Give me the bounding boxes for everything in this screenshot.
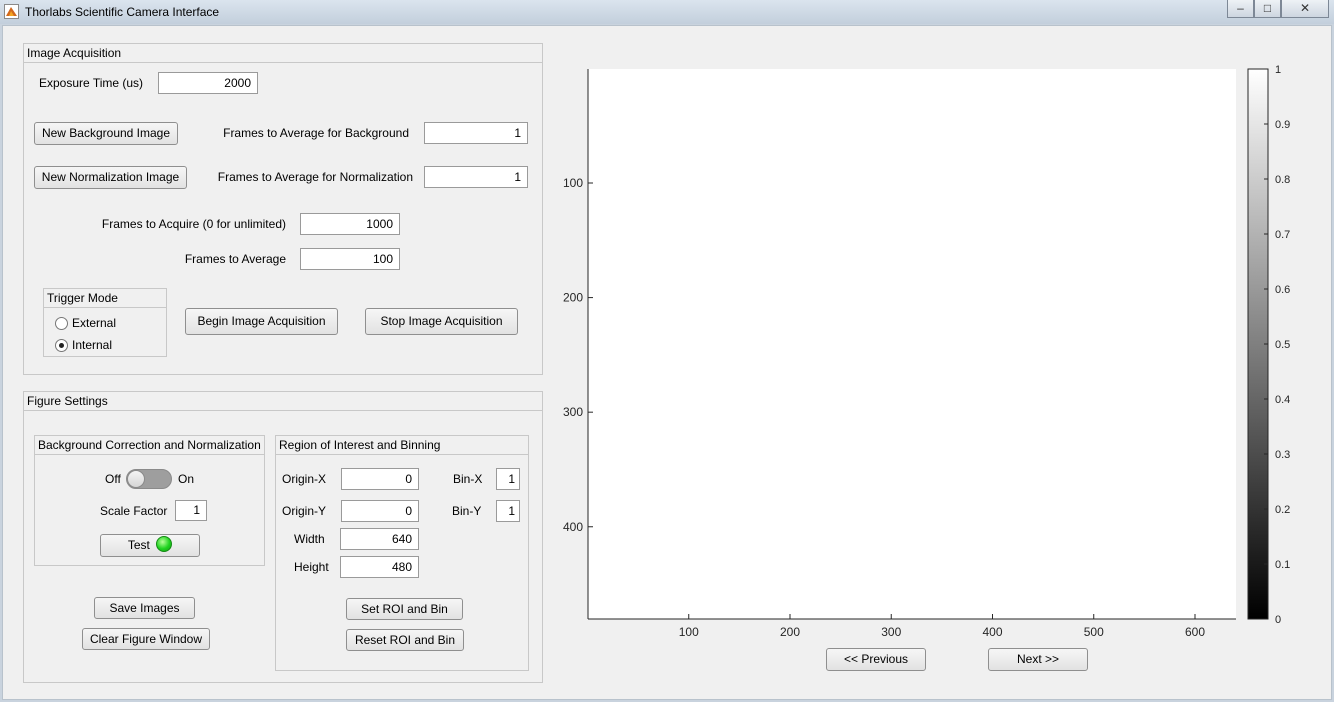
colorbar-tick-label: 0.6: [1275, 284, 1290, 296]
image-axes: 100 200 300 400 500 600 100 200 300 400 0 0.1 0.2 0…: [563, 64, 1290, 639]
x-tick-label: 400: [982, 625, 1002, 639]
y-tick-label: 100: [563, 176, 583, 190]
y-tick-label: 200: [563, 291, 583, 305]
colorbar-tick-label: 0.9: [1275, 119, 1290, 131]
colorbar-tick-label: 0.4: [1275, 394, 1290, 406]
colorbar-tick-label: 0.8: [1275, 174, 1290, 186]
image-display-area[interactable]: [588, 69, 1236, 619]
x-tick-label: 300: [881, 625, 901, 639]
colorbar-tick-label: 0.1: [1275, 559, 1290, 571]
colorbar-tick-label: 0.7: [1275, 229, 1290, 241]
x-tick-label: 200: [780, 625, 800, 639]
colorbar-tick-label: 0.2: [1275, 504, 1290, 516]
x-tick-label: 500: [1084, 625, 1104, 639]
x-tick-label: 600: [1185, 625, 1205, 639]
colorbar-tick-label: 0.5: [1275, 339, 1290, 351]
y-tick-label: 400: [563, 520, 583, 534]
colorbar-tick-label: 1: [1275, 64, 1281, 76]
colorbar-tick-label: 0.3: [1275, 449, 1290, 461]
previous-button[interactable]: << Previous: [826, 648, 926, 671]
y-tick-label: 300: [563, 405, 583, 419]
colorbar-tick-label: 0: [1275, 614, 1281, 626]
next-button[interactable]: Next >>: [988, 648, 1088, 671]
x-tick-label: 100: [679, 625, 699, 639]
